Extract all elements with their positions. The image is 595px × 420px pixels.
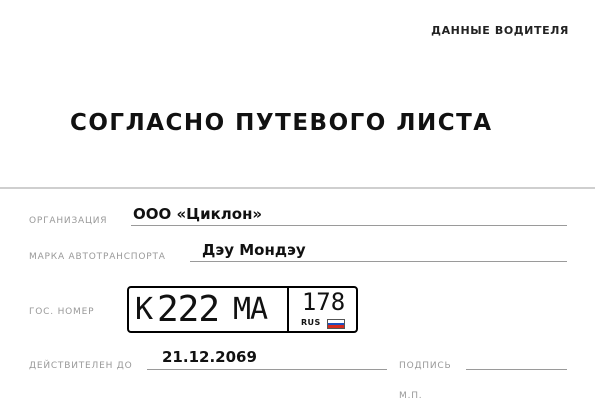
valid-until-label: ДЕЙСТВИТЕЛЕН ДО — [29, 361, 133, 371]
plate-main-section: К 222 МА — [129, 288, 289, 331]
header-label: ДАННЫЕ ВОДИТЕЛЯ — [431, 24, 569, 37]
document-title: СОГЛАСНО ПУТЕВОГО ЛИСТА — [70, 110, 493, 136]
signature-label: ПОДПИСЬ — [399, 361, 452, 371]
signature-line[interactable] — [466, 369, 567, 370]
plate-region-section: 178 RUS — [291, 288, 356, 331]
organization-label: ОРГАНИЗАЦИЯ — [29, 216, 108, 226]
organization-value[interactable]: ООО «Циклон» — [133, 205, 262, 223]
organization-line — [131, 225, 567, 226]
plate-digits: 222 — [157, 289, 220, 330]
plate-letter-first: К — [135, 292, 154, 327]
vehicle-brand-line — [190, 261, 567, 262]
vehicle-brand-label: МАРКА АВТОТРАНСПОРТА — [29, 252, 166, 262]
plate-label: ГОС. НОМЕР — [29, 307, 95, 317]
valid-until-line — [147, 369, 387, 370]
plate-letters-second: МА — [233, 292, 268, 327]
stamp-label: М.П. — [399, 391, 423, 401]
header-divider — [0, 187, 595, 189]
plate-region-code: 178 — [301, 288, 346, 316]
license-plate[interactable]: К 222 МА 178 RUS — [127, 286, 358, 333]
plate-country: RUS — [301, 318, 321, 327]
vehicle-brand-value[interactable]: Дэу Мондэу — [202, 241, 306, 259]
russia-flag-icon — [327, 319, 345, 329]
valid-until-value[interactable]: 21.12.2069 — [162, 348, 257, 366]
